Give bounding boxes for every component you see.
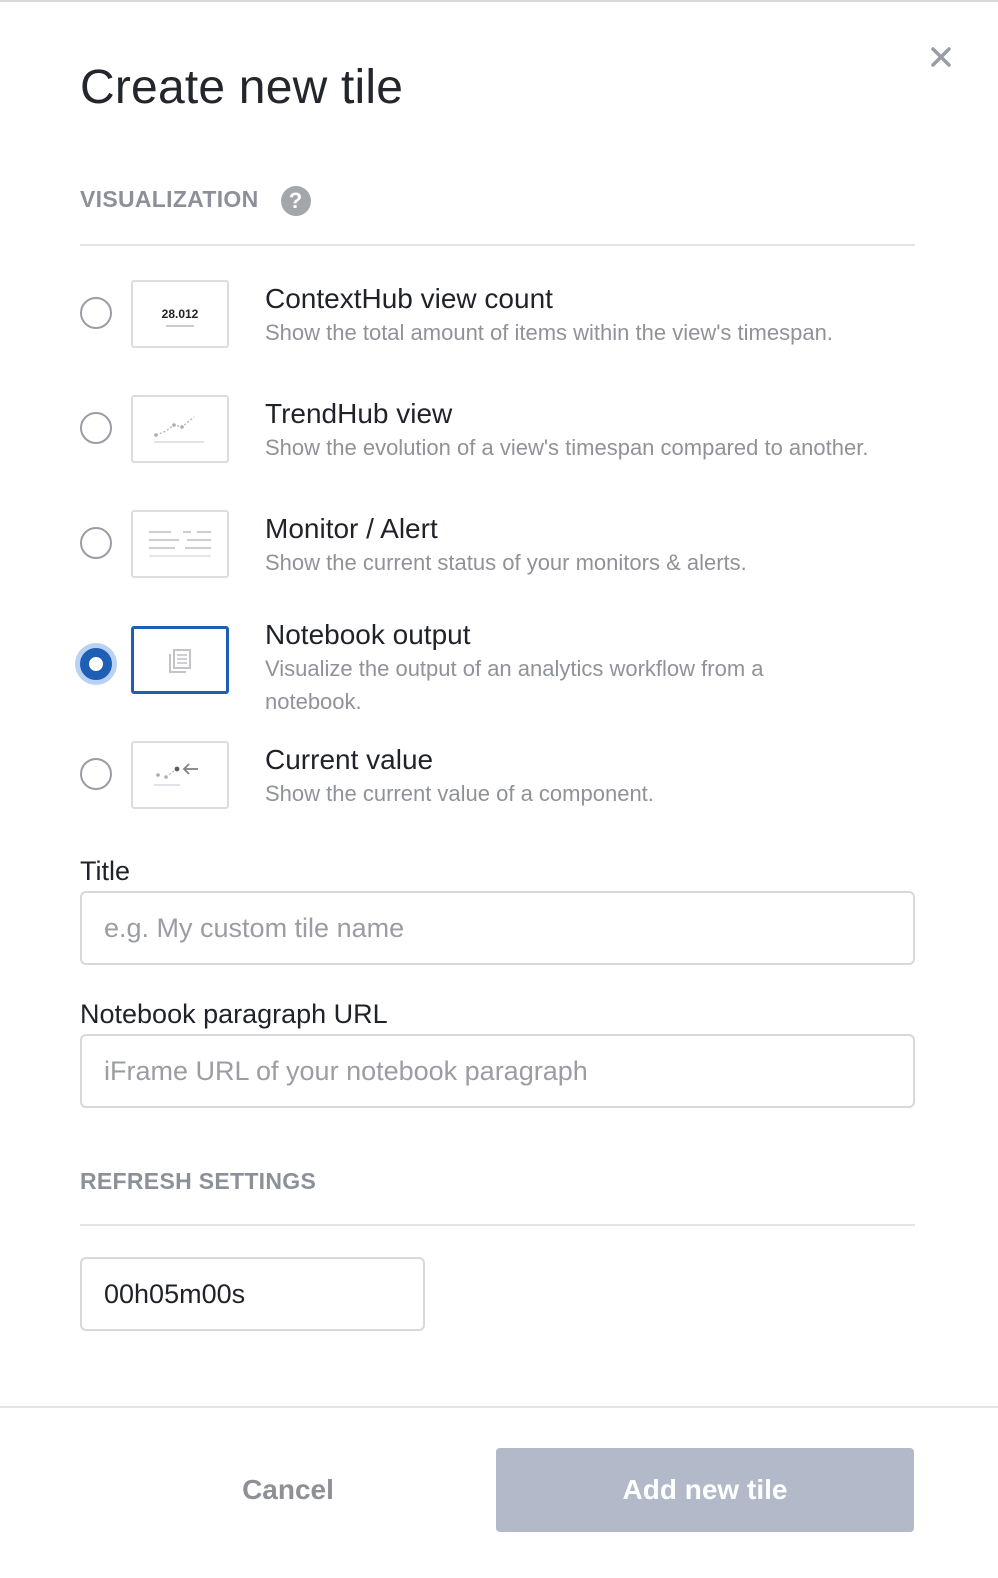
current-value-icon: [154, 763, 198, 786]
trend-line-icon: [154, 416, 204, 443]
option-description: Visualize the output of an analytics wor…: [265, 656, 764, 714]
radio-notebook-output[interactable]: [80, 648, 112, 680]
help-icon[interactable]: ?: [280, 186, 311, 216]
option-title: Monitor / Alert: [265, 513, 438, 544]
refresh-section-header: REFRESH SETTINGS: [80, 1162, 915, 1226]
title-label: Title: [80, 856, 131, 886]
notebook-url-label: Notebook paragraph URL: [80, 999, 388, 1029]
radio-current-value[interactable]: [80, 758, 112, 790]
option-text: TrendHub view Show the evolution of a vi…: [265, 397, 925, 464]
option-current-value[interactable]: Current value Show the current value of …: [80, 733, 920, 813]
thumb-contexthub-view-count: 28.012: [131, 280, 229, 348]
notebook-icon: [169, 649, 191, 673]
title-input[interactable]: [80, 891, 915, 965]
option-notebook-output[interactable]: Notebook output Visualize the output of …: [80, 618, 920, 718]
thumb-current-value: [131, 741, 229, 809]
option-text: Notebook output Visualize the output of …: [265, 618, 825, 718]
notebook-url-input[interactable]: [80, 1034, 915, 1108]
option-contexthub-view-count[interactable]: 28.012 ContextHub view count Show the to…: [80, 272, 920, 352]
visualization-section-header: VISUALIZATION ?: [80, 182, 915, 246]
option-text: Current value Show the current value of …: [265, 743, 925, 810]
list-lines-icon: [149, 531, 211, 557]
option-text: ContextHub view count Show the total amo…: [265, 282, 925, 349]
radio-contexthub-view-count[interactable]: [80, 297, 112, 329]
option-title: Current value: [265, 744, 434, 775]
visualization-section-label: VISUALIZATION: [80, 186, 259, 212]
option-trendhub-view[interactable]: TrendHub view Show the evolution of a vi…: [80, 387, 920, 467]
option-description: Show the current status of your monitors…: [265, 550, 747, 575]
thumb-trendhub-view: [131, 395, 229, 463]
add-new-tile-button[interactable]: Add new tile: [496, 1448, 914, 1532]
option-title: TrendHub view: [265, 398, 453, 429]
radio-monitor-alert[interactable]: [80, 527, 112, 559]
option-title: Notebook output: [265, 619, 471, 650]
option-description: Show the evolution of a view's timespan …: [265, 435, 869, 460]
option-monitor-alert[interactable]: Monitor / Alert Show the current status …: [80, 502, 920, 582]
dialog-title: Create new tile: [80, 61, 404, 114]
close-icon: [931, 47, 951, 67]
thumb-monitor-alert: [131, 510, 229, 578]
cancel-button[interactable]: Cancel: [200, 1448, 376, 1532]
refresh-section-label: REFRESH SETTINGS: [80, 1168, 317, 1194]
option-description: Show the total amount of items within th…: [265, 320, 833, 345]
footer-divider: [0, 1406, 998, 1408]
radio-trendhub-view[interactable]: [80, 412, 112, 444]
number-icon: 28.012: [161, 307, 199, 327]
option-description: Show the current value of a component.: [265, 781, 654, 806]
thumb-notebook-output: [131, 626, 229, 694]
create-tile-dialog: Create new tile VISUALIZATION ? 28.012 C…: [0, 0, 998, 1578]
close-button[interactable]: [922, 38, 960, 76]
refresh-interval-input[interactable]: [80, 1257, 425, 1331]
option-text: Monitor / Alert Show the current status …: [265, 512, 925, 579]
option-title: ContextHub view count: [265, 283, 553, 314]
